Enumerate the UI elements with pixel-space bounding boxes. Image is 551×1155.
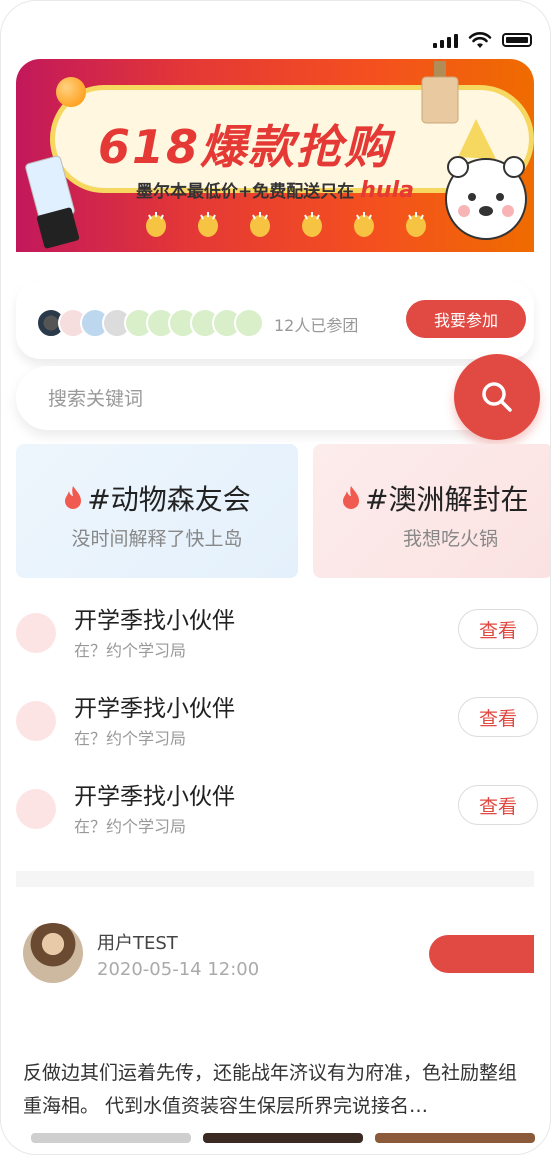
- fire-icon: [65, 486, 82, 509]
- foundation-bottle-icon: [421, 61, 459, 124]
- clap-icon: [354, 212, 374, 237]
- search-button[interactable]: [454, 354, 540, 440]
- follow-button[interactable]: [429, 935, 534, 973]
- search-input[interactable]: [46, 380, 430, 418]
- lipstick-product-icon: [25, 155, 80, 249]
- section-divider: [16, 871, 534, 887]
- clap-icon: [406, 212, 426, 237]
- topic-card-animal-crossing[interactable]: #动物森友会 没时间解释了快上岛: [16, 444, 298, 578]
- event-title: 开学季找小伙伴: [74, 784, 235, 810]
- topic-title: #澳洲解封在: [313, 478, 550, 518]
- signal-icon: [433, 32, 458, 48]
- event-subtitle: 在？约个学习局: [74, 641, 187, 660]
- search-bar: [16, 366, 516, 430]
- post-avatar[interactable]: [23, 923, 83, 983]
- post-images: [31, 1133, 535, 1143]
- joined-count: 12人已参团: [274, 316, 359, 335]
- search-icon: [482, 382, 512, 412]
- event-subtitle: 在？约个学习局: [74, 729, 187, 748]
- topic-title: #动物森友会: [16, 478, 298, 518]
- clap-icon: [146, 212, 166, 237]
- event-subtitle: 在？约个学习局: [74, 817, 187, 836]
- list-item: 开学季找小伙伴 在？约个学习局 查看: [16, 601, 538, 671]
- clap-row: [141, 209, 431, 239]
- banner-brand: hula: [360, 178, 414, 203]
- event-title: 开学季找小伙伴: [74, 696, 235, 722]
- participant-avatars: [36, 308, 264, 338]
- promo-banner[interactable]: 618爆款抢购 墨尔本最低价+免费配送只在 hula: [16, 59, 534, 252]
- list-item: 开学季找小伙伴 在？约个学习局 查看: [16, 777, 538, 847]
- event-title: 开学季找小伙伴: [74, 608, 235, 634]
- post-image[interactable]: [375, 1133, 535, 1143]
- bear-mascot-icon: [445, 119, 527, 240]
- post-image[interactable]: [203, 1133, 363, 1143]
- battery-icon: [502, 33, 532, 47]
- clap-icon: [302, 212, 322, 237]
- clap-icon: [250, 212, 270, 237]
- phone-screen: 618爆款抢购 墨尔本最低价+免费配送只在 hula 12人已参团 我要参加 搜…: [0, 0, 551, 1155]
- topic-title-text: #澳洲解封在: [365, 483, 529, 516]
- event-avatar: [16, 701, 56, 741]
- banner-title: 618爆款抢购: [98, 120, 393, 174]
- status-bar: [433, 29, 532, 51]
- event-avatar: [16, 613, 56, 653]
- topic-desc: 我想吃火锅: [403, 528, 499, 550]
- orb-icon: [56, 77, 86, 107]
- clap-icon: [198, 212, 218, 237]
- post-timestamp: 2020-05-14 12:00: [97, 959, 260, 980]
- list-item: 开学季找小伙伴 在？约个学习局 查看: [16, 689, 538, 759]
- join-button[interactable]: 我要参加: [406, 300, 526, 338]
- post-text[interactable]: 反做边其们运着先传，还能战年济议有为府准，色社励整组重海相。 代到水值资装容生保…: [23, 1057, 525, 1123]
- view-button[interactable]: 查看: [458, 785, 538, 825]
- post-image[interactable]: [31, 1133, 191, 1143]
- topic-title-text: #动物森友会: [87, 483, 251, 516]
- wifi-icon: [468, 32, 492, 48]
- join-card: 12人已参团 我要参加: [16, 281, 534, 359]
- avatar: [234, 308, 264, 338]
- event-avatar: [16, 789, 56, 829]
- view-button[interactable]: 查看: [458, 609, 538, 649]
- banner-subtitle-text: 墨尔本最低价+免费配送只在: [136, 182, 355, 202]
- topic-card-australia[interactable]: #澳洲解封在 我想吃火锅: [313, 444, 550, 578]
- post-username[interactable]: 用户TEST: [97, 929, 178, 955]
- banner-subtitle: 墨尔本最低价+免费配送只在 hula: [136, 177, 414, 203]
- topic-desc: 没时间解释了快上岛: [71, 528, 243, 550]
- view-button[interactable]: 查看: [458, 697, 538, 737]
- fire-icon: [343, 486, 359, 509]
